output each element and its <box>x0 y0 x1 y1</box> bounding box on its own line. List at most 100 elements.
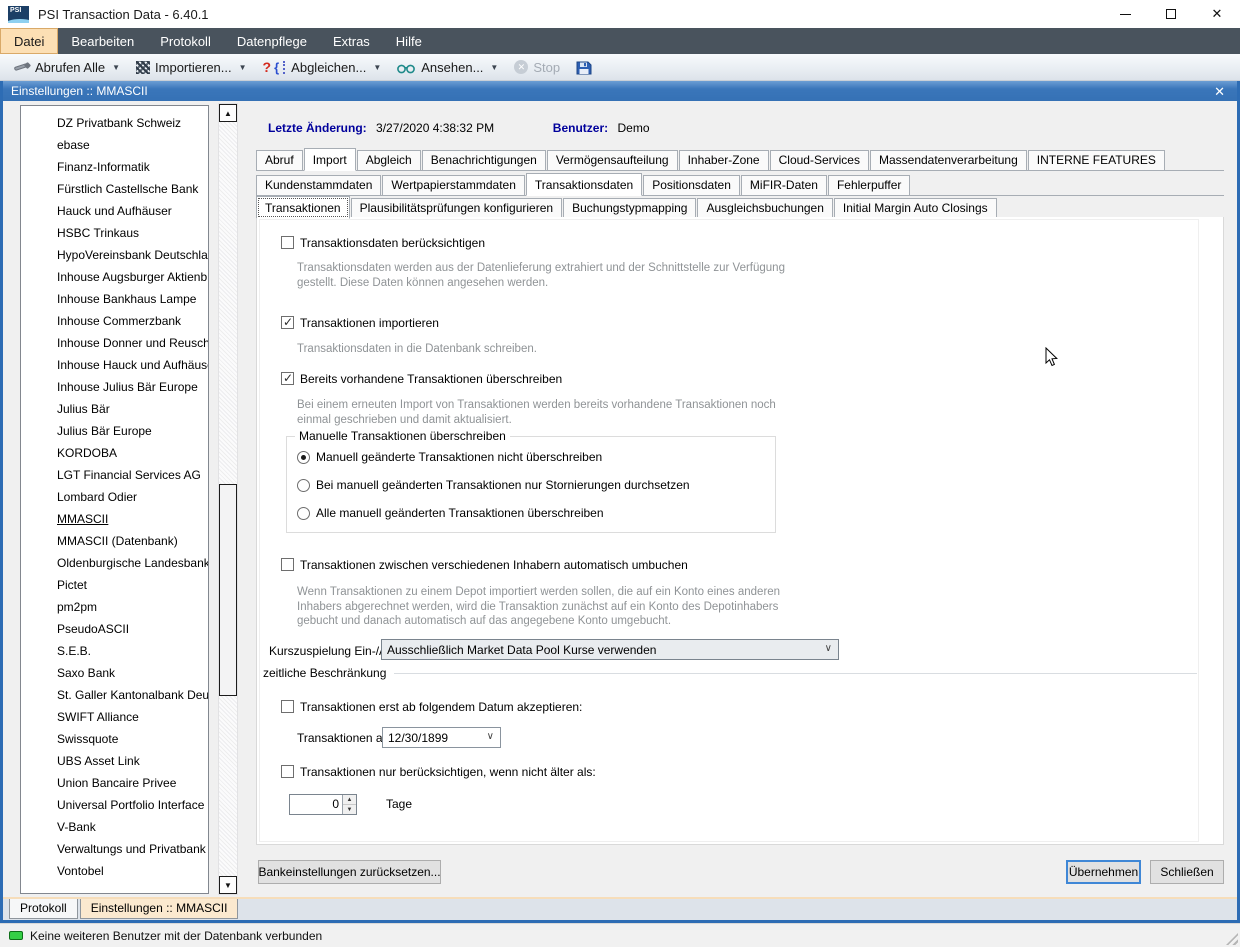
radio-button[interactable] <box>297 479 310 492</box>
checkbox[interactable] <box>281 316 294 329</box>
minimize-button[interactable] <box>1102 0 1148 28</box>
radio-button[interactable] <box>297 451 310 464</box>
tab-interne-features[interactable]: INTERNE FEATURES <box>1028 150 1165 170</box>
tab-verm-gensaufteilung[interactable]: Vermögensaufteilung <box>547 150 678 170</box>
spin-down-icon[interactable]: ▼ <box>343 805 356 814</box>
list-item-julius-b-r-europe[interactable]: Julius Bär Europe <box>21 420 208 442</box>
spin-up-icon[interactable]: ▲ <box>343 795 356 805</box>
list-item-lgt-financial-services-ag[interactable]: LGT Financial Services AG <box>21 464 208 486</box>
sidebar-scrollbar[interactable]: ▲ ▼ <box>218 103 238 895</box>
reset-bank-settings-button[interactable]: Bankeinstellungen zurücksetzen... <box>258 860 441 884</box>
tx-from-date-picker[interactable]: 12/30/1899 ∨ <box>382 727 501 748</box>
list-item-hsbc-trinkaus[interactable]: HSBC Trinkaus <box>21 222 208 244</box>
panel-close-icon[interactable]: ✕ <box>1210 85 1229 98</box>
fetch-all-button[interactable]: Abrufen Alle ▼ <box>8 56 125 78</box>
price-feed-select[interactable]: Ausschließlich Market Data Pool Kurse ve… <box>381 639 839 660</box>
chevron-down-icon[interactable]: ▼ <box>112 63 120 72</box>
list-item-inhouse-julius-b-r-europe[interactable]: Inhouse Julius Bär Europe <box>21 376 208 398</box>
tab-plausibilit-tspr-fungen-konfigurieren[interactable]: Plausibilitätsprüfungen konfigurieren <box>351 198 562 218</box>
list-item-pm2pm[interactable]: pm2pm <box>21 596 208 618</box>
chevron-down-icon[interactable]: ▼ <box>490 63 498 72</box>
checkbox[interactable] <box>281 700 294 713</box>
radio-button[interactable] <box>297 507 310 520</box>
list-item-saxo-bank[interactable]: Saxo Bank <box>21 662 208 684</box>
tab-abruf[interactable]: Abruf <box>256 150 303 170</box>
tab-transaktionen[interactable]: Transaktionen <box>256 196 350 219</box>
reconcile-button[interactable]: ?{ Abgleichen... ▼ <box>258 56 387 78</box>
tab-kundenstammdaten[interactable]: Kundenstammdaten <box>256 175 381 195</box>
tab-import[interactable]: Import <box>304 148 356 171</box>
list-item-inhouse-donner-und-reuschel[interactable]: Inhouse Donner und Reuschel <box>21 332 208 354</box>
tab-mifir-daten[interactable]: MiFIR-Daten <box>741 175 827 195</box>
close-button[interactable]: ✕ <box>1194 0 1240 28</box>
list-item-universal-portfolio-interface[interactable]: Universal Portfolio Interface <box>21 794 208 816</box>
list-item-union-bancaire-privee[interactable]: Union Bancaire Privee <box>21 772 208 794</box>
close-panel-button[interactable]: Schließen <box>1150 860 1224 884</box>
maximize-button[interactable] <box>1148 0 1194 28</box>
list-item-finanz-informatik[interactable]: Finanz-Informatik <box>21 156 208 178</box>
view-button[interactable]: Ansehen... ▼ <box>392 56 503 78</box>
list-item-ebase[interactable]: ebase <box>21 134 208 156</box>
checkbox-row-max-age[interactable]: Transaktionen nur berücksichtigen, wenn … <box>281 764 596 779</box>
list-item-hypovereinsbank-deutschland[interactable]: HypoVereinsbank Deutschland <box>21 244 208 266</box>
list-item-oldenburgische-landesbank[interactable]: Oldenburgische Landesbank ... <box>21 552 208 574</box>
tab-positionsdaten[interactable]: Positionsdaten <box>643 175 740 195</box>
list-item-f-rstlich-castellsche-bank[interactable]: Fürstlich Castellsche Bank <box>21 178 208 200</box>
list-item-hauck-und-aufh-user[interactable]: Hauck und Aufhäuser <box>21 200 208 222</box>
checkbox[interactable] <box>281 558 294 571</box>
tab-ausgleichsbuchungen[interactable]: Ausgleichsbuchungen <box>697 198 832 218</box>
list-item-inhouse-commerzbank[interactable]: Inhouse Commerzbank <box>21 310 208 332</box>
checkbox-row-consider[interactable]: Transaktionsdaten berücksichtigen <box>281 235 485 250</box>
list-item-mmascii[interactable]: MMASCII <box>21 508 208 530</box>
menu-item-extras[interactable]: Extras <box>320 28 383 54</box>
checkbox[interactable] <box>281 765 294 778</box>
checkbox-row-overwrite[interactable]: Bereits vorhandene Transaktionen übersch… <box>281 371 562 386</box>
scrollbar-thumb[interactable] <box>219 484 237 696</box>
list-item-lombard-odier[interactable]: Lombard Odier <box>21 486 208 508</box>
spinner-value[interactable]: 0 <box>290 795 342 814</box>
list-item-verwaltungs-und-privatbank[interactable]: Verwaltungs und Privatbank ... <box>21 838 208 860</box>
menu-item-datenpflege[interactable]: Datenpflege <box>224 28 320 54</box>
tab-transaktionsdaten[interactable]: Transaktionsdaten <box>526 173 642 196</box>
import-button[interactable]: Importieren... ▼ <box>131 56 252 78</box>
menu-item-protokoll[interactable]: Protokoll <box>147 28 224 54</box>
chevron-down-icon[interactable]: ▼ <box>239 63 247 72</box>
bottom-tab-einstellungen-mmascii[interactable]: Einstellungen :: MMASCII <box>80 899 239 919</box>
menu-item-bearbeiten[interactable]: Bearbeiten <box>58 28 147 54</box>
list-item-swift-alliance[interactable]: SWIFT Alliance <box>21 706 208 728</box>
list-item-swissquote[interactable]: Swissquote <box>21 728 208 750</box>
list-item-ubs-asset-link[interactable]: UBS Asset Link <box>21 750 208 772</box>
chevron-down-icon[interactable]: ▼ <box>373 63 381 72</box>
tab-benachrichtigungen[interactable]: Benachrichtigungen <box>422 150 546 170</box>
tab-initial-margin-auto-closings[interactable]: Initial Margin Auto Closings <box>834 198 997 218</box>
bottom-tab-protokoll[interactable]: Protokoll <box>9 899 78 919</box>
tab-inhaber-zone[interactable]: Inhaber-Zone <box>679 150 769 170</box>
list-item-kordoba[interactable]: KORDOBA <box>21 442 208 464</box>
tab-fehlerpuffer[interactable]: Fehlerpuffer <box>828 175 910 195</box>
list-item-julius-b-r[interactable]: Julius Bär <box>21 398 208 420</box>
save-button[interactable] <box>571 56 597 78</box>
list-item-pseudoascii[interactable]: PseudoASCII <box>21 618 208 640</box>
tab-abgleich[interactable]: Abgleich <box>357 150 421 170</box>
radio-option-bei-manuell-ge-nderten-transaktionen-nur-stornierungen-durchsetzen[interactable]: Bei manuell geänderten Transaktionen nur… <box>297 477 775 493</box>
tab-cloud-services[interactable]: Cloud-Services <box>770 150 869 170</box>
checkbox[interactable] <box>281 236 294 249</box>
list-item-dz-privatbank-schweiz[interactable]: DZ Privatbank Schweiz <box>21 112 208 134</box>
list-item-s-e-b[interactable]: S.E.B. <box>21 640 208 662</box>
list-item-pictet[interactable]: Pictet <box>21 574 208 596</box>
list-item-inhouse-bankhaus-lampe[interactable]: Inhouse Bankhaus Lampe <box>21 288 208 310</box>
tab-wertpapierstammdaten[interactable]: Wertpapierstammdaten <box>382 175 525 195</box>
tab-massendatenverarbeitung[interactable]: Massendatenverarbeitung <box>870 150 1027 170</box>
checkbox-row-rebook[interactable]: Transaktionen zwischen verschiedenen Inh… <box>281 557 688 572</box>
scroll-down-icon[interactable]: ▼ <box>219 876 237 894</box>
apply-button[interactable]: Übernehmen <box>1066 860 1141 884</box>
list-item-vontobel[interactable]: Vontobel <box>21 860 208 882</box>
resize-grip[interactable] <box>1226 933 1238 945</box>
radio-option-alle-manuell-ge-nderten-transaktionen-berschreiben[interactable]: Alle manuell geänderten Transaktionen üb… <box>297 505 775 521</box>
checkbox[interactable] <box>281 372 294 385</box>
list-item-v-bank[interactable]: V-Bank <box>21 816 208 838</box>
scroll-up-icon[interactable]: ▲ <box>219 104 237 122</box>
list-item-inhouse-augsburger-aktienb[interactable]: Inhouse Augsburger Aktienb... <box>21 266 208 288</box>
checkbox-row-import[interactable]: Transaktionen importieren <box>281 315 439 330</box>
menu-item-datei[interactable]: Datei <box>0 28 58 54</box>
